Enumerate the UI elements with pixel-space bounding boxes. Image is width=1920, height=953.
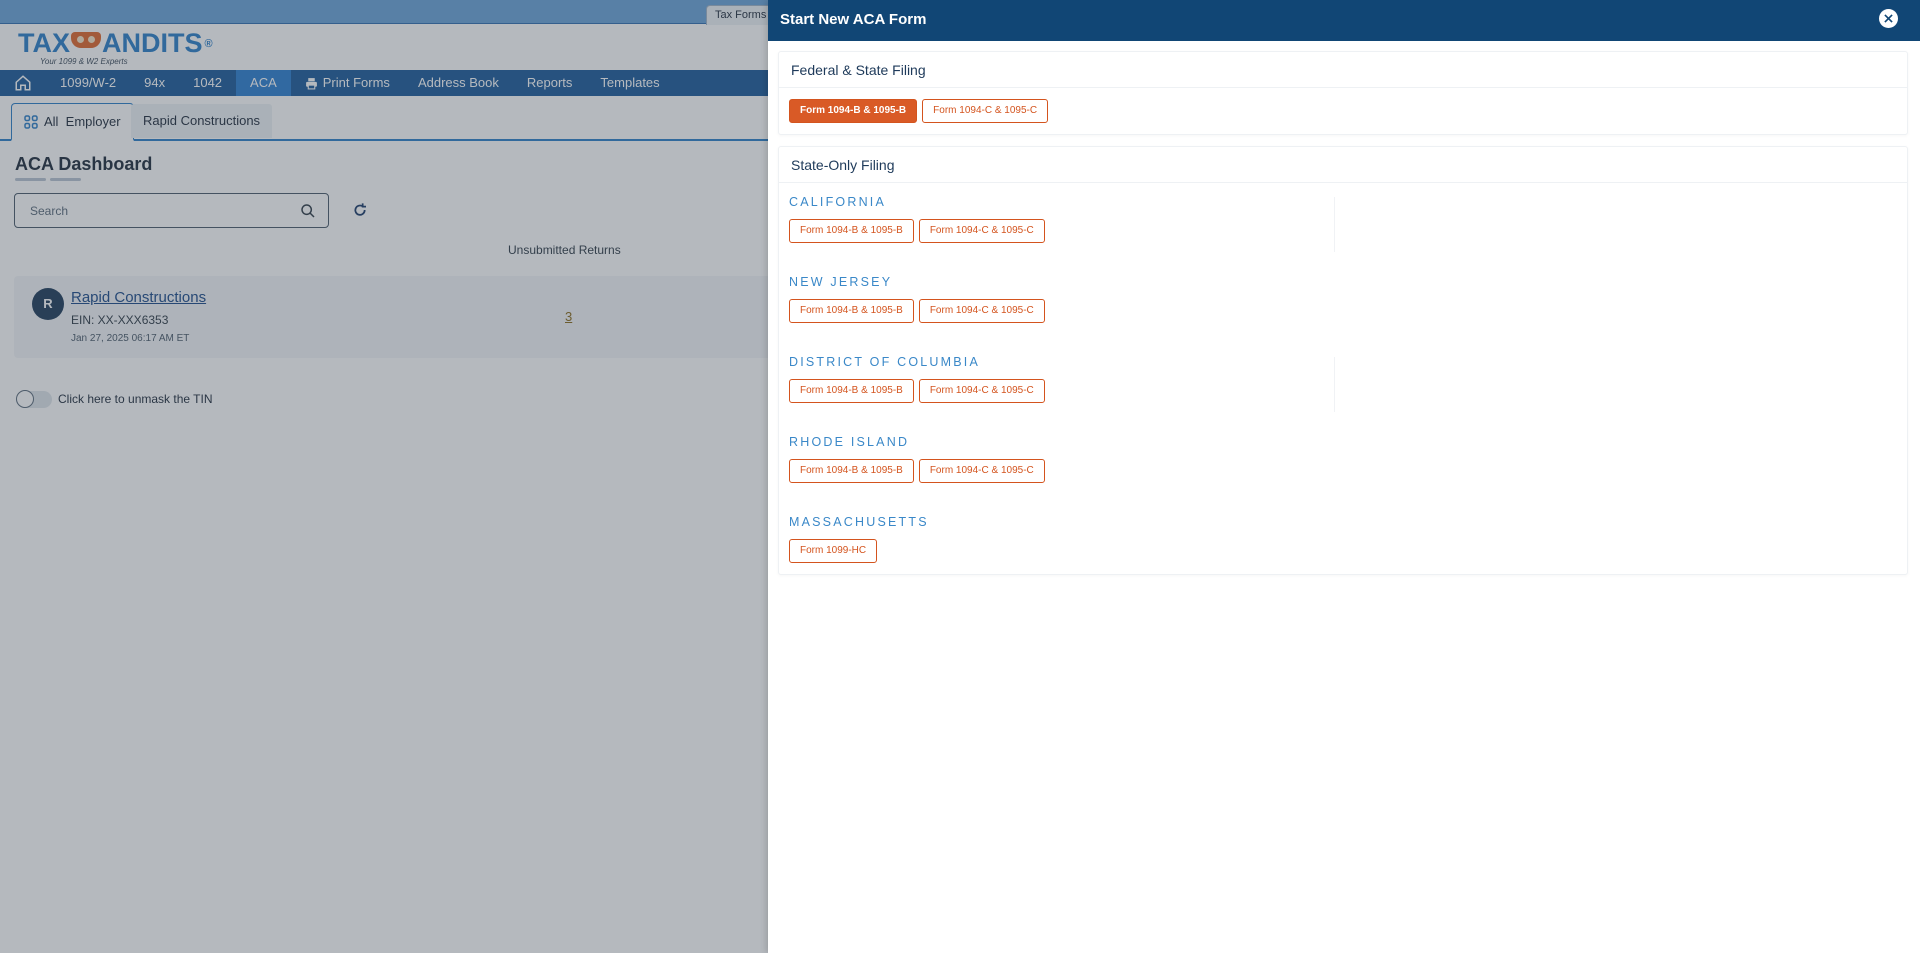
state-only-filing-heading: State-Only Filing (779, 147, 1907, 183)
state-only-filing-section: State-Only Filing CALIFORNIA Form 1094-B… (778, 146, 1908, 575)
ca-form-1094b-1095b-button[interactable]: Form 1094-B & 1095-B (789, 219, 914, 243)
state-label-california: CALIFORNIA (789, 195, 887, 209)
column-divider (1334, 197, 1335, 252)
nj-form-1094c-1095c-button[interactable]: Form 1094-C & 1095-C (918, 299, 1045, 323)
dc-form-1094b-1095b-button[interactable]: Form 1094-B & 1095-B (789, 379, 914, 403)
federal-state-filing-heading: Federal & State Filing (779, 52, 1907, 88)
state-label-new-jersey: NEW JERSEY (789, 275, 893, 289)
ri-form-1094c-1095c-button[interactable]: Form 1094-C & 1095-C (918, 459, 1045, 483)
federal-form-1094c-1095c-button[interactable]: Form 1094-C & 1095-C (922, 99, 1049, 123)
state-label-district-of-columbia: DISTRICT OF COLUMBIA (789, 355, 981, 369)
ca-form-1094c-1095c-button[interactable]: Form 1094-C & 1095-C (918, 219, 1045, 243)
nj-form-1094b-1095b-button[interactable]: Form 1094-B & 1095-B (789, 299, 914, 323)
federal-state-filing-section: Federal & State Filing Form 1094-B & 109… (778, 51, 1908, 135)
state-label-rhode-island: RHODE ISLAND (789, 435, 910, 449)
ma-form-1099hc-button[interactable]: Form 1099-HC (789, 539, 878, 563)
start-new-aca-form-panel: Start New ACA Form Federal & State Filin… (768, 0, 1920, 953)
close-button[interactable] (1879, 9, 1898, 28)
state-label-massachusetts: MASSACHUSETTS (789, 515, 929, 529)
dc-form-1094c-1095c-button[interactable]: Form 1094-C & 1095-C (918, 379, 1045, 403)
panel-title: Start New ACA Form (780, 11, 927, 28)
column-divider (1334, 357, 1335, 412)
close-icon (1884, 14, 1893, 23)
panel-header: Start New ACA Form (768, 0, 1920, 41)
federal-form-1094b-1095b-button[interactable]: Form 1094-B & 1095-B (789, 99, 918, 123)
ri-form-1094b-1095b-button[interactable]: Form 1094-B & 1095-B (789, 459, 914, 483)
